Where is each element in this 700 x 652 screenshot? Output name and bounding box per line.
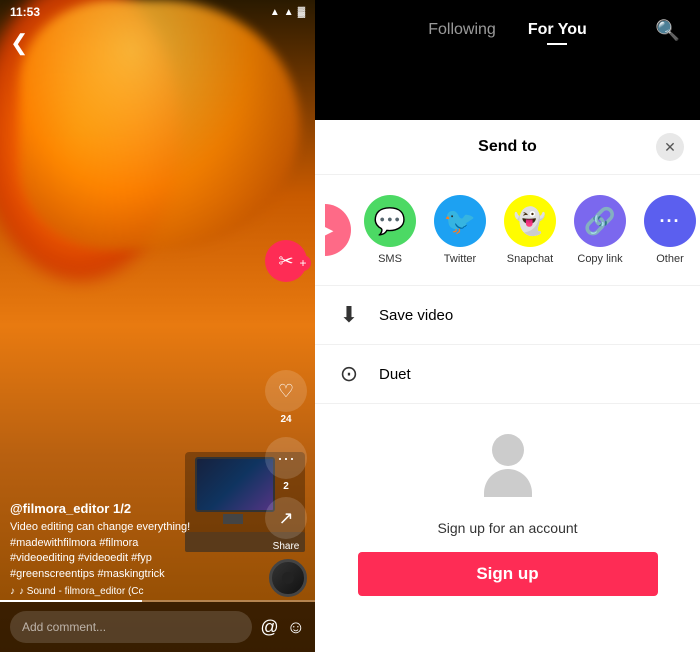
twitter-label: Twitter (444, 253, 476, 265)
like-button[interactable]: ♡ 24 (265, 370, 307, 425)
username[interactable]: @filmora_editor 1/2 (10, 501, 255, 516)
music-disc-inner (282, 572, 294, 584)
close-button[interactable]: ✕ (656, 133, 684, 161)
signal-icon: ▲ (270, 7, 280, 18)
duet-icon: ⊙ (335, 361, 363, 387)
share-apps-row: ▶ 💬 SMS 🐦 Twitter 👻 Snapchat 🔗 Copy link (315, 175, 700, 286)
fire-effect-2 (20, 0, 300, 250)
share-app-partial[interactable]: ▶ (325, 204, 355, 256)
nav-bar: Following For You 🔍 (315, 0, 700, 60)
share-label: Share (273, 541, 300, 552)
battery-icon: ▓ (298, 7, 305, 18)
share-app-copy-link[interactable]: 🔗 Copy link (565, 195, 635, 265)
copy-link-icon: 🔗 (574, 195, 626, 247)
music-disc[interactable] (269, 559, 307, 597)
save-video-button[interactable]: ⬇ Save video (315, 286, 700, 345)
like-count: 24 (280, 414, 291, 425)
tab-following[interactable]: Following (412, 13, 512, 47)
status-bar: 11:53 ▲ ▲ ▓ (0, 0, 315, 24)
sms-label: SMS (378, 253, 402, 265)
share-button[interactable]: ↗ Share (265, 497, 307, 552)
share-app-snapchat[interactable]: 👻 Snapchat (495, 195, 565, 265)
back-button[interactable]: ❮ (10, 30, 28, 56)
avatar-body (484, 469, 532, 497)
status-icons: ▲ ▲ ▓ (270, 7, 305, 18)
comment-count: 2 (283, 481, 289, 492)
emoji-icon[interactable]: ☺ (287, 617, 305, 638)
sheet-title: Send to (478, 138, 537, 156)
save-video-label: Save video (379, 307, 453, 324)
right-panel: Following For You 🔍 Send to ✕ ▶ (315, 0, 700, 652)
share-app-twitter[interactable]: 🐦 Twitter (425, 195, 495, 265)
comment-icon: ··· (265, 437, 307, 479)
share-app-other[interactable]: ··· Other (635, 195, 700, 265)
top-nav: Following For You 🔍 (315, 0, 700, 120)
share-icon: ↗ (265, 497, 307, 539)
signup-button[interactable]: Sign up (358, 552, 658, 596)
other-icon: ··· (644, 195, 696, 247)
comment-icons: @ ☺ (260, 617, 305, 638)
search-icon[interactable]: 🔍 (655, 18, 680, 43)
music-label: ♪ Sound - filmora_editor (Cc (19, 586, 144, 597)
signup-section: Sign up for an account Sign up (315, 404, 700, 616)
wifi-icon: ▲ (284, 7, 294, 18)
tab-for-you[interactable]: For You (512, 13, 603, 47)
signup-prompt: Sign up for an account (437, 520, 577, 536)
sms-icon: 💬 (364, 195, 416, 247)
edit-plus-icon: + (295, 255, 311, 271)
video-description: Video editing can change everything! #ma… (10, 520, 255, 582)
sheet-header: Send to ✕ (315, 120, 700, 175)
music-info: ♪ ♪ Sound - filmora_editor (Cc (10, 586, 255, 597)
comment-placeholder: Add comment... (22, 620, 106, 634)
status-time: 11:53 (10, 5, 40, 19)
duet-label: Duet (379, 366, 411, 383)
close-icon: ✕ (664, 139, 676, 156)
video-info: @filmora_editor 1/2 Video editing can ch… (10, 501, 255, 597)
copy-link-label: Copy link (577, 253, 622, 265)
duet-button[interactable]: ⊙ Duet (315, 345, 700, 404)
other-label: Other (656, 253, 684, 265)
mention-icon[interactable]: @ (260, 617, 278, 638)
snapchat-icon: 👻 (504, 195, 556, 247)
avatar-head (492, 434, 524, 466)
snapchat-label: Snapchat (507, 253, 553, 265)
avatar-placeholder (473, 434, 543, 504)
twitter-icon: 🐦 (434, 195, 486, 247)
save-video-icon: ⬇ (335, 302, 363, 328)
partial-app-icon: ▶ (325, 217, 333, 243)
share-app-sms[interactable]: 💬 SMS (355, 195, 425, 265)
action-buttons: ♡ 24 ··· 2 (265, 370, 307, 492)
comment-button[interactable]: ··· 2 (265, 437, 307, 492)
music-note-icon: ♪ (10, 586, 15, 597)
video-panel: 11:53 ▲ ▲ ▓ ❮ ✂ + ♡ 24 ··· 2 (0, 0, 315, 652)
send-to-sheet: Send to ✕ ▶ 💬 SMS 🐦 Twitter 👻 (315, 120, 700, 652)
comment-input[interactable]: Add comment... (10, 611, 252, 643)
heart-icon: ♡ (265, 370, 307, 412)
comment-bar: Add comment... @ ☺ (0, 602, 315, 652)
